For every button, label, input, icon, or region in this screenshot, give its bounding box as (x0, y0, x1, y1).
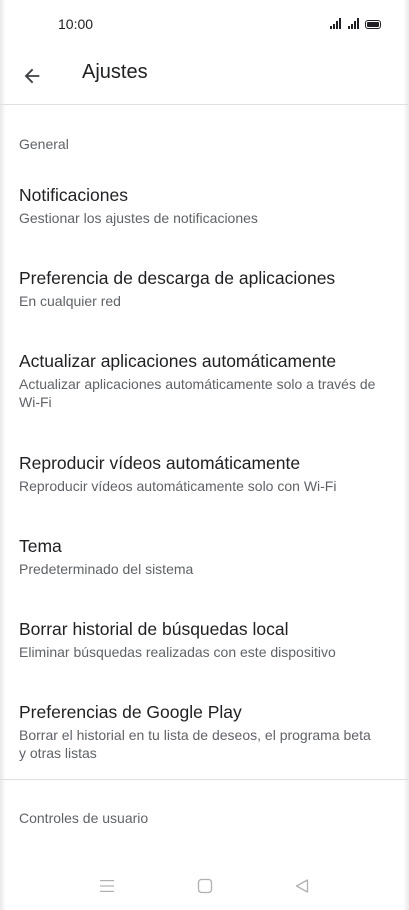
arrow-back-icon (24, 68, 40, 84)
section-header-general: General (19, 136, 69, 152)
setting-subtitle: Gestionar los ajustes de notificaciones (19, 210, 258, 226)
back-button[interactable] (14, 58, 50, 94)
section-divider (0, 779, 409, 780)
back-triangle-icon (295, 879, 309, 893)
nav-home-button[interactable] (193, 874, 217, 898)
setting-subtitle: Reproducir vídeos automáticamente solo c… (19, 478, 337, 494)
setting-autoplay-videos[interactable]: Reproducir vídeos automáticamente Reprod… (0, 452, 409, 495)
setting-auto-update-apps[interactable]: Actualizar aplicaciones automáticamente … (0, 350, 409, 411)
setting-clear-search-history[interactable]: Borrar historial de búsquedas local Elim… (0, 618, 409, 661)
menu-icon (100, 880, 114, 892)
setting-subtitle: Predeterminado del sistema (19, 561, 194, 577)
battery-icon (365, 20, 381, 29)
cell-signal-icon (330, 18, 341, 29)
setting-title: Borrar historial de búsquedas local (19, 619, 289, 639)
setting-title: Actualizar aplicaciones automáticamente (19, 351, 337, 371)
status-time: 10:00 (58, 16, 94, 32)
setting-download-preference[interactable]: Preferencia de descarga de aplicaciones … (0, 267, 409, 310)
setting-google-play-preferences[interactable]: Preferencias de Google Play Borrar el hi… (0, 701, 409, 762)
setting-title: Notificaciones (19, 185, 128, 205)
setting-subtitle: Borrar el historial en tu lista de deseo… (19, 727, 371, 761)
setting-title: Preferencias de Google Play (19, 702, 242, 722)
settings-screen: 10:00 Ajustes General Notificaciones Ges… (0, 0, 409, 910)
setting-title: Tema (19, 536, 62, 556)
page-title: Ajustes (82, 61, 148, 83)
nav-back-button[interactable] (290, 874, 314, 898)
setting-subtitle: En cualquier red (19, 293, 121, 309)
nav-menu-button[interactable] (95, 874, 119, 898)
setting-subtitle: Actualizar aplicaciones automáticamente … (19, 376, 376, 410)
setting-title: Preferencia de descarga de aplicaciones (19, 268, 336, 288)
home-square-icon (197, 878, 213, 894)
setting-subtitle: Eliminar búsquedas realizadas con este d… (19, 644, 336, 660)
setting-theme[interactable]: Tema Predeterminado del sistema (0, 535, 409, 578)
app-bar: Ajustes (0, 48, 409, 105)
cell-signal-icon (348, 18, 359, 29)
system-nav-bar (0, 862, 409, 910)
status-bar: 10:00 (0, 0, 409, 48)
setting-title: Reproducir vídeos automáticamente (19, 453, 301, 473)
section-header-user-controls: Controles de usuario (19, 810, 149, 826)
setting-notifications[interactable]: Notificaciones Gestionar los ajustes de … (0, 184, 409, 227)
status-icons (330, 17, 381, 29)
